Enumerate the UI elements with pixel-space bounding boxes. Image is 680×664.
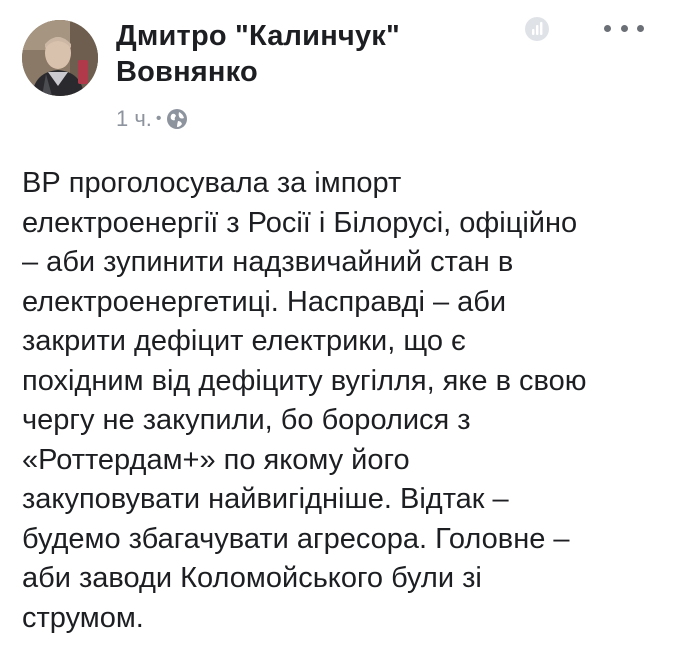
author-name-line2[interactable]: Вовнянко <box>116 54 476 90</box>
post-text-line: закуповувати найвигідніше. Відтак – <box>22 483 509 515</box>
more-options-button[interactable] <box>604 14 644 42</box>
more-dot-icon <box>604 24 611 32</box>
globe-icon[interactable] <box>166 108 188 130</box>
post-text-line: закрити дефіцит електрики, що є <box>22 325 466 357</box>
post-text-line: будемо збагачувати агресора. Головне – <box>22 522 570 555</box>
more-dot-icon <box>637 24 644 32</box>
post-timestamp[interactable]: 1 ч. <box>116 106 152 132</box>
post-meta: 1 ч. • <box>116 104 188 134</box>
avatar-image <box>22 20 98 96</box>
author-name[interactable]: Дмитро "Калинчук" Вовнянко <box>116 18 476 90</box>
post-text-line: електроенергетиці. Насправді – аби <box>22 285 507 318</box>
post-text-line: чергу не закупили, бо боролися з <box>22 404 471 436</box>
post-text-line: похідним від дефіциту вугілля, яке в сво… <box>22 364 587 397</box>
audio-icon[interactable] <box>524 16 550 42</box>
facebook-post: Дмитро "Калинчук" Вовнянко 1 ч. • ВР про… <box>0 0 680 664</box>
more-dot-icon <box>620 24 628 32</box>
meta-separator: • <box>155 110 162 127</box>
author-name-line1[interactable]: Дмитро "Калинчук" <box>116 18 476 54</box>
post-text-line: аби заводи Коломойського були зі <box>22 562 482 594</box>
avatar[interactable] <box>22 20 98 96</box>
post-text-line: «Роттердам+» по якому його <box>22 443 410 476</box>
post-text-line: ВР проголосувала за імпорт <box>22 167 402 199</box>
post-body: ВР проголосувала за імпорт електроенергі… <box>22 164 662 638</box>
post-text-line: електроенергії з Росії і Білорусі, офіці… <box>22 206 578 239</box>
post-text-line: – аби зупинити надзвичайний стан в <box>22 246 514 278</box>
post-text-line: струмом. <box>22 601 144 634</box>
